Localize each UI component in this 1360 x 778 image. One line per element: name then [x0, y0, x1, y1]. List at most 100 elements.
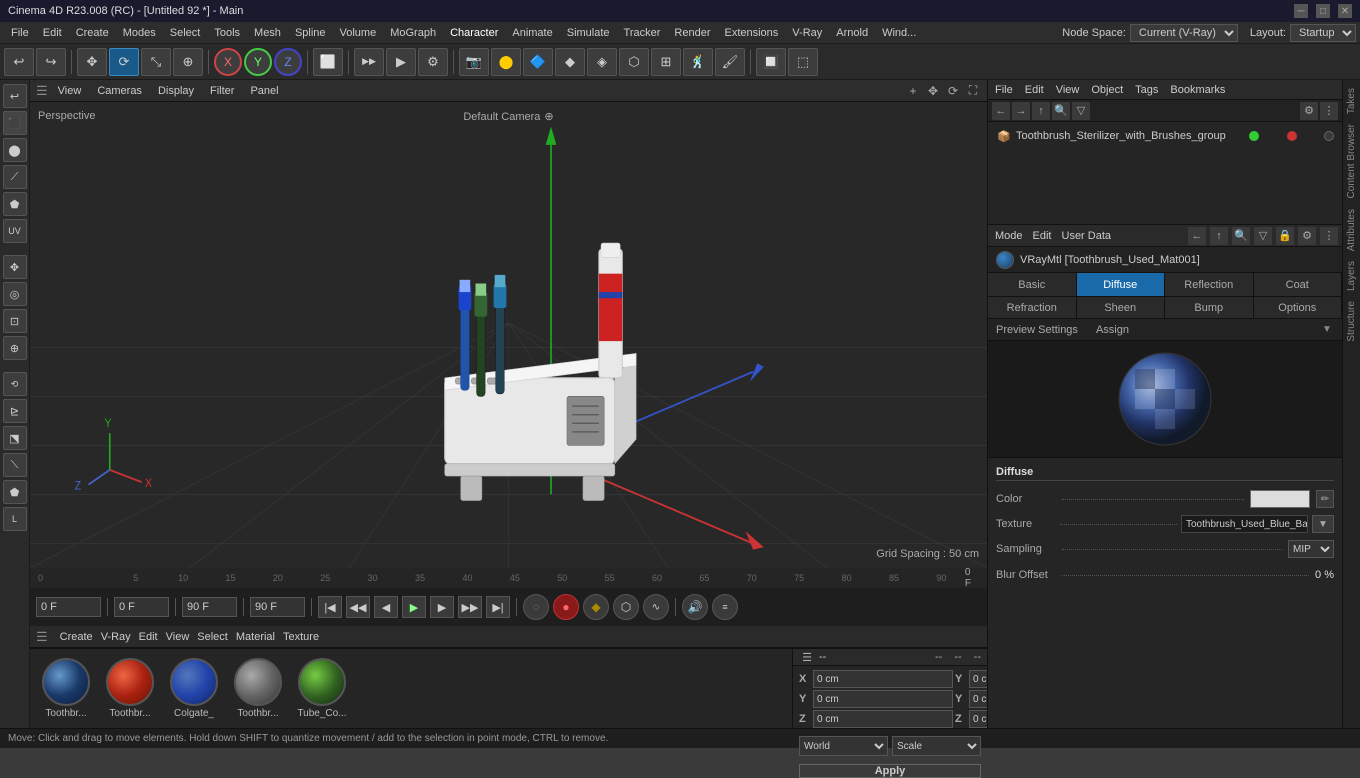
menu-arnold[interactable]: Arnold [829, 25, 875, 41]
y-axis-button[interactable]: Y [244, 48, 272, 76]
am-preview-label[interactable]: Preview Settings [996, 324, 1078, 336]
menu-mesh[interactable]: Mesh [247, 25, 288, 41]
mat-texture[interactable]: Texture [283, 631, 319, 643]
tab-attributes[interactable]: Attributes [1344, 205, 1359, 255]
am-subtab-options[interactable]: Options [1254, 297, 1343, 318]
ls-tool2[interactable]: ◎ [3, 282, 27, 306]
menu-spline[interactable]: Spline [288, 25, 333, 41]
tab-takes[interactable]: Takes [1344, 84, 1359, 118]
mat-material[interactable]: Material [236, 631, 275, 643]
ls-tool9[interactable]: ⬟ [3, 480, 27, 504]
z-axis-button[interactable]: Z [274, 48, 302, 76]
om-object-item[interactable]: 📦 Toothbrush_Sterilizer_with_Brushes_gro… [992, 126, 1338, 146]
menu-character[interactable]: Character [443, 25, 505, 41]
prev-frame-button[interactable]: ◀◀ [346, 596, 370, 618]
transform-button[interactable]: ⊕ [173, 48, 203, 76]
mat-item-4[interactable]: Toothbr... [230, 658, 286, 719]
vt-cameras[interactable]: Cameras [91, 84, 148, 98]
menu-create[interactable]: Create [69, 25, 116, 41]
am-back-btn[interactable]: ← [1188, 227, 1206, 245]
menu-extensions[interactable]: Extensions [717, 25, 785, 41]
vt-view[interactable]: View [52, 84, 88, 98]
move-tool-button[interactable]: ✥ [77, 48, 107, 76]
am-assign-label[interactable]: Assign [1096, 324, 1129, 336]
mat-item-3[interactable]: Colgate_ [166, 658, 222, 719]
am-subtab-refraction[interactable]: Refraction [988, 297, 1077, 318]
goto-end-button[interactable]: ▶| [486, 596, 510, 618]
frame-button[interactable]: ⬜ [313, 48, 343, 76]
menu-render[interactable]: Render [667, 25, 717, 41]
end-frame-input[interactable] [182, 597, 237, 617]
audio-button[interactable]: 🔊 [682, 594, 708, 620]
menu-tracker[interactable]: Tracker [617, 25, 668, 41]
current-frame-input[interactable] [36, 597, 101, 617]
deform-tool-button[interactable]: ◈ [587, 48, 617, 76]
menu-select[interactable]: Select [163, 25, 208, 41]
nodespace-select[interactable]: Current (V-Ray) [1130, 24, 1238, 42]
tab-layers[interactable]: Layers [1344, 257, 1359, 295]
y2-input[interactable] [813, 690, 953, 708]
am-dots-btn[interactable]: ⋮ [1320, 227, 1338, 245]
viewport-btn[interactable]: ⬚ [788, 48, 818, 76]
am-lock-btn[interactable]: 🔒 [1276, 227, 1294, 245]
menu-file[interactable]: File [4, 25, 36, 41]
vp-refresh-icon[interactable]: ⟳ [945, 83, 961, 99]
spline-tool-button[interactable]: ◆ [555, 48, 585, 76]
am-search-btn[interactable]: 🔍 [1232, 227, 1250, 245]
paint-tool-button[interactable]: 🖌 [715, 48, 745, 76]
menu-volume[interactable]: Volume [333, 25, 384, 41]
om-fwd-btn[interactable]: → [1012, 102, 1030, 120]
mat-item-2[interactable]: Toothbr... [102, 658, 158, 719]
sampling-select[interactable]: MIP None SAT [1288, 540, 1334, 558]
x-axis-button[interactable]: X [214, 48, 242, 76]
step-forward-button[interactable]: ▶ [430, 596, 454, 618]
texture-btn[interactable]: ▼ [1312, 515, 1334, 533]
ls-tool3[interactable]: ⊡ [3, 309, 27, 333]
am-tab-basic[interactable]: Basic [988, 273, 1077, 296]
redo-button[interactable]: ↪ [36, 48, 66, 76]
om-dots-btn[interactable]: ⋮ [1320, 102, 1338, 120]
am-tab-coat[interactable]: Coat [1254, 273, 1343, 296]
coord-system-select[interactable]: World Object [799, 736, 888, 756]
om-search-btn[interactable]: 🔍 [1052, 102, 1070, 120]
keyframe-button[interactable]: ◆ [583, 594, 609, 620]
am-subtab-bump[interactable]: Bump [1165, 297, 1254, 318]
autokey-circle[interactable]: ○ [523, 594, 549, 620]
am-up-btn[interactable]: ↑ [1210, 227, 1228, 245]
step-back-button[interactable]: ◀ [374, 596, 398, 618]
record-button[interactable]: ● [553, 594, 579, 620]
am-subtab-sheen[interactable]: Sheen [1077, 297, 1166, 318]
menu-animate[interactable]: Animate [505, 25, 559, 41]
menu-simulate[interactable]: Simulate [560, 25, 617, 41]
mat-item-5[interactable]: Tube_Co... [294, 658, 350, 719]
maximize-button[interactable]: □ [1316, 4, 1330, 18]
ls-tool7[interactable]: ⬔ [3, 426, 27, 450]
menu-vray[interactable]: V-Ray [785, 25, 829, 41]
om-view[interactable]: View [1053, 84, 1083, 96]
ls-tool6[interactable]: ⊵ [3, 399, 27, 423]
start-frame-input[interactable] [114, 597, 169, 617]
geo-tool-button[interactable]: 🔷 [523, 48, 553, 76]
timeline-ruler[interactable]: 0 5 10 15 20 25 30 35 40 45 50 55 60 65 … [30, 568, 987, 588]
om-back-btn[interactable]: ← [992, 102, 1010, 120]
z-input[interactable] [813, 710, 953, 728]
om-tags[interactable]: Tags [1132, 84, 1161, 96]
vt-panel[interactable]: Panel [244, 84, 284, 98]
color-picker-button[interactable] [1250, 490, 1310, 508]
mat-vray[interactable]: V-Ray [101, 631, 131, 643]
menu-tools[interactable]: Tools [207, 25, 247, 41]
apply-button[interactable]: Apply [799, 764, 981, 778]
vp-move-icon[interactable]: ✥ [925, 83, 941, 99]
close-button[interactable]: ✕ [1338, 4, 1352, 18]
scale-tool-button[interactable]: ⤡ [141, 48, 171, 76]
transform-mode-select[interactable]: Scale Move Rotate [892, 736, 981, 756]
vp-nav-icon[interactable]: + [905, 83, 921, 99]
mat-select[interactable]: Select [197, 631, 228, 643]
om-up-btn[interactable]: ↑ [1032, 102, 1050, 120]
ls-pts-btn[interactable]: ⬤ [3, 138, 27, 162]
ls-mode-btn[interactable]: ↩ [3, 84, 27, 108]
next-frame-button[interactable]: ▶▶ [458, 596, 482, 618]
camera-tool-button[interactable]: 📷 [459, 48, 489, 76]
ls-tool10[interactable]: L [3, 507, 27, 531]
gen-tool-button[interactable]: ⬡ [619, 48, 649, 76]
